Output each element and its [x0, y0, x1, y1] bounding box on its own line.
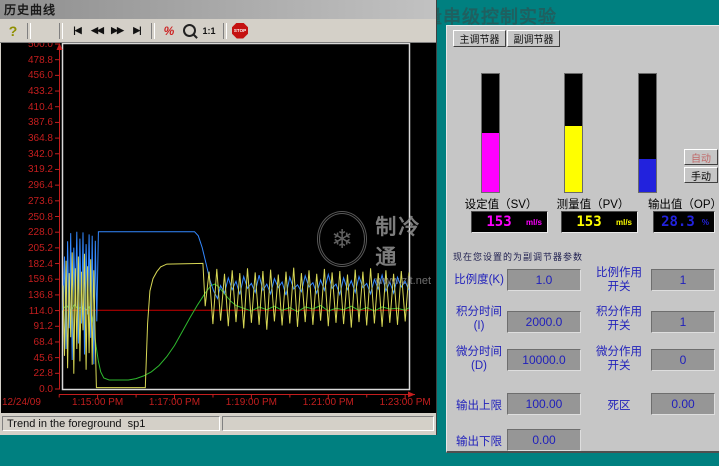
go-end-icon[interactable]: ▶|: [128, 22, 146, 40]
go-start-icon[interactable]: |◀: [68, 22, 86, 40]
toolbar-separator: [27, 23, 31, 39]
fast-back-icon[interactable]: ◀◀: [88, 22, 106, 40]
op-unit: %: [702, 218, 714, 227]
param-input-dead-zone[interactable]: 0.00: [651, 393, 715, 415]
status-cell-2: [222, 416, 434, 431]
param-input-derivative-time-d[interactable]: 10000.0: [507, 349, 581, 371]
cascade-control-panel: 主调节器 副调节器 设定值（SV） 测量值（PV） 输出值（OP） 153 ml…: [446, 25, 719, 453]
status-bar: Trend in the foreground sp1: [0, 413, 436, 435]
params-caption: 现在您设置的为副调节器参数: [453, 250, 583, 263]
x-axis-tick-label: 1:17:00 PM: [139, 397, 209, 408]
param-label-derivative-time-d: 微分时间 (D): [451, 344, 507, 374]
y-axis-tick-label: 205.2: [1, 243, 53, 254]
param-label-integral-time-i: 积分时间 (I): [451, 304, 507, 334]
param-input-proportional-action-switch[interactable]: 1: [651, 269, 715, 291]
toolbar-separator: [59, 23, 63, 39]
auto-mode-button[interactable]: 自动: [684, 149, 718, 165]
op-label: 输出值（OP）: [639, 196, 719, 212]
x-axis-date-label: 12/24/09: [2, 397, 41, 408]
sv-unit: ml/s: [526, 218, 547, 227]
sv-value-display: 153 ml/s: [471, 211, 548, 233]
y-axis-tick-label: 0.0: [1, 384, 53, 395]
param-input-proportional-band-k[interactable]: 1.0: [507, 269, 581, 291]
tab-secondary-regulator[interactable]: 副调节器: [507, 30, 560, 47]
zoom-icon[interactable]: [183, 24, 196, 37]
pv-value-display: 153 ml/s: [561, 211, 638, 233]
y-axis-tick-label: 273.6: [1, 196, 53, 207]
y-axis-tick-label: 319.2: [1, 164, 53, 175]
watermark-name: 制冷通: [375, 211, 436, 271]
pv-unit: ml/s: [616, 218, 637, 227]
toolbar-separator: [223, 23, 227, 39]
param-label-output-lower-limit: 输出下限: [451, 434, 507, 450]
window-title: 历史曲线: [0, 1, 56, 18]
pv-bar-gauge: [564, 73, 583, 193]
stop-icon[interactable]: STOP: [232, 23, 248, 39]
param-input-output-upper-limit[interactable]: 100.00: [507, 393, 581, 415]
op-value-display: 28.3 %: [653, 211, 715, 233]
param-input-integral-time-i[interactable]: 2000.0: [507, 311, 581, 333]
scale-icon[interactable]: %: [160, 22, 178, 40]
x-axis-tick-label: 1:21:00 PM: [293, 397, 363, 408]
y-axis-tick-label: 68.4: [1, 337, 53, 348]
history-trend-window: 历史曲线 ? |◀ ◀◀ ▶▶ ▶| % 1:1 STOP ❄ 制冷通 www.…: [0, 0, 437, 435]
y-axis-tick-label: 478.8: [1, 55, 53, 66]
y-axis-tick-label: 182.4: [1, 259, 53, 270]
y-axis-tick-label: 136.8: [1, 290, 53, 301]
one-to-one-icon[interactable]: 1:1: [200, 22, 218, 40]
y-axis-tick-label: 433.2: [1, 86, 53, 97]
fast-forward-icon[interactable]: ▶▶: [108, 22, 126, 40]
param-input-integral-action-switch[interactable]: 1: [651, 311, 715, 333]
manual-mode-button[interactable]: 手动: [684, 167, 718, 183]
x-axis-tick-label: 1:19:00 PM: [216, 397, 286, 408]
toolbar: ? |◀ ◀◀ ▶▶ ▶| % 1:1 STOP: [0, 19, 436, 43]
help-icon[interactable]: ?: [4, 22, 22, 40]
y-axis-tick-label: 296.4: [1, 180, 53, 191]
param-label-output-upper-limit: 输出上限: [451, 398, 507, 414]
trend-chart-area: ❄ 制冷通 www.zlt.net 500.0 478.8 456.0 433.2 41…: [1, 43, 436, 413]
sv-label: 设定值（SV）: [455, 196, 547, 212]
watermark-url: www.zlt.net: [375, 275, 436, 287]
y-axis-tick-label: 387.6: [1, 117, 53, 128]
y-axis-tick-label: 228.0: [1, 227, 53, 238]
y-axis-tick-label: 500.0: [1, 43, 53, 50]
y-axis-tick-label: 410.4: [1, 102, 53, 113]
y-axis-tick-label: 22.8: [1, 368, 53, 379]
sv-bar-gauge: [481, 73, 500, 193]
param-label-proportional-action-switch: 比例作用 开关: [589, 265, 649, 295]
title-bar[interactable]: 历史曲线: [0, 0, 436, 19]
tab-main-regulator[interactable]: 主调节器: [453, 30, 506, 47]
param-label-integral-action-switch: 积分作用 开关: [589, 304, 649, 334]
pv-label: 测量值（PV）: [547, 196, 639, 212]
y-axis-tick-label: 159.6: [1, 274, 53, 285]
pv-bar-fill: [565, 126, 582, 192]
y-axis-tick-label: 91.2: [1, 321, 53, 332]
y-axis-tick-label: 342.0: [1, 149, 53, 160]
y-axis-tick-label: 114.0: [1, 306, 53, 317]
x-axis-tick-label: 1:23:00 PM: [370, 397, 436, 408]
y-axis-tick-label: 45.6: [1, 353, 53, 364]
param-label-derivative-action-switch: 微分作用 开关: [589, 344, 649, 374]
sv-bar-fill: [482, 133, 499, 192]
x-axis-tick-label: 1:15:00 PM: [63, 397, 133, 408]
y-axis-tick-label: 456.0: [1, 70, 53, 81]
y-axis-tick-label: 250.8: [1, 212, 53, 223]
param-label-proportional-band-k: 比例度(K): [451, 269, 507, 291]
op-bar-fill: [639, 159, 656, 192]
toolbar-separator: [151, 23, 155, 39]
op-bar-gauge: [638, 73, 657, 193]
param-input-output-lower-limit[interactable]: 0.00: [507, 429, 581, 451]
status-message: Trend in the foreground sp1: [2, 416, 220, 431]
watermark: ❄ 制冷通 www.zlt.net: [317, 211, 436, 287]
param-input-derivative-action-switch[interactable]: 0: [651, 349, 715, 371]
y-axis-tick-label: 364.8: [1, 133, 53, 144]
param-label-dead-zone: 死区: [589, 398, 649, 414]
watermark-snowflake-icon: ❄: [317, 211, 367, 267]
